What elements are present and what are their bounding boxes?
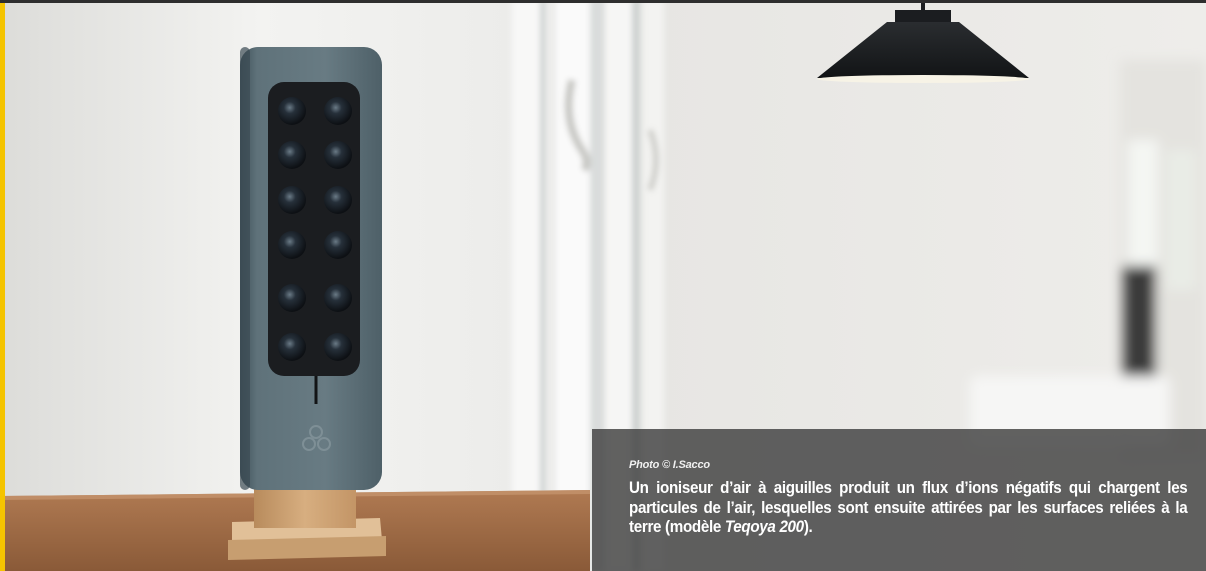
caption-box: Photo © I.Sacco Un ioniseur d’air à aigu… xyxy=(592,429,1206,571)
caption-text: Un ioniseur d’air à aiguilles produit un… xyxy=(629,479,1188,538)
photo-credit: Photo © I.Sacco xyxy=(629,459,710,471)
photo-frame: Photo © I.Sacco Un ioniseur d’air à aigu… xyxy=(0,0,1206,571)
caption-model-name: Teqoya 200 xyxy=(724,518,804,536)
caption-text-end: ). xyxy=(803,518,813,536)
caption-text-main: Un ioniseur d’air à aiguilles produit un… xyxy=(629,479,1188,536)
